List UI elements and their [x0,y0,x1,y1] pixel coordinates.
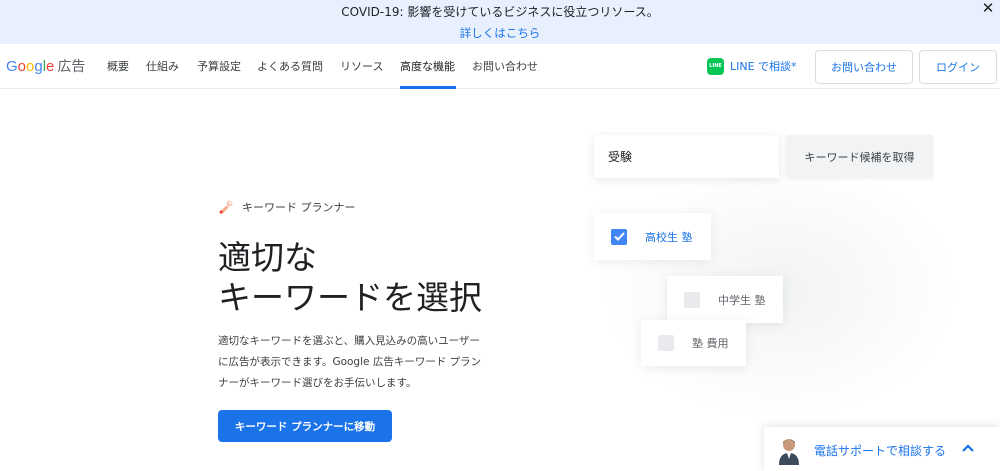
phone-support-label: 電話サポートで相談する [814,444,947,458]
logo-letter: G [6,58,18,75]
covid-banner: COVID-19: 影響を受けているビジネスに役立つリソース。 詳しくはこちら … [0,0,1000,44]
login-button[interactable]: ログイン [919,50,997,84]
hero-description: 適切なキーワードを選ぶと、購入見込みの高いユーザーに広告が表示できます。Goog… [218,335,482,389]
keyword-suggestion-label: 高校生 塾 [645,230,693,244]
chevron-up-icon[interactable] [961,441,975,455]
keyword-suggestion-chip[interactable]: 中学生 塾 [667,276,783,323]
phone-support-widget[interactable]: 電話サポートで相談する [764,427,1000,471]
line-icon: LINE [707,57,724,75]
nav-item-budget[interactable]: 予算設定 [197,58,241,74]
get-keyword-ideas-button[interactable]: キーワード候補を取得 [786,135,933,178]
support-agent-avatar [779,439,799,465]
line-consult-label: LINE で相談* [730,60,797,73]
keyword-planner-label: キーワード プランナー [242,201,356,214]
logo-letter: o [17,58,27,75]
nav-item-overview[interactable]: 概要 [107,58,129,74]
checkbox-unchecked-icon[interactable] [658,335,674,351]
nav-item-contact[interactable]: お問い合わせ [472,58,538,74]
nav-item-resources[interactable]: リソース [340,58,383,74]
keyword-planner-badge: キーワード プランナー [218,198,356,216]
keyword-suggestion-label: 中学生 塾 [718,293,766,307]
checkbox-checked-icon[interactable] [611,228,627,245]
banner-text: COVID-19: 影響を受けているビジネスに役立つリソース。 [341,5,659,19]
logo-product: 広告 [57,59,86,75]
active-tab-indicator [400,86,456,89]
keyword-suggestion-chip[interactable]: 塾 費用 [641,320,746,366]
nav-item-how-it-works[interactable]: 仕組み [146,58,179,74]
nav-item-faq[interactable]: よくある質問 [257,58,323,74]
keyword-input[interactable]: 受験 [594,135,779,178]
nav-item-advanced[interactable]: 高度な機能 [400,58,455,74]
title-line-2: キーワードを選択 [218,278,482,317]
go-to-keyword-planner-button[interactable]: キーワード プランナーに移動 [218,410,392,442]
top-nav: Google 広告 概要 仕組み 予算設定 よくある質問 リソース 高度な機能 お… [0,44,1000,89]
checkbox-unchecked-icon[interactable] [684,291,700,308]
logo-letter: e [46,58,55,75]
wrench-icon [219,200,233,214]
close-icon[interactable]: ✕ [980,0,996,16]
keyword-suggestion-label: 塾 費用 [692,337,729,350]
line-consult-link[interactable]: LINE LINE で相談* [707,57,797,75]
contact-button[interactable]: お問い合わせ [815,50,913,84]
logo-letter: g [34,58,43,75]
banner-learn-more-link[interactable]: 詳しくはこちら [0,25,1000,41]
page-title: 適切な キーワードを選択 [218,238,482,318]
title-line-1: 適切な [218,238,317,277]
keyword-suggestion-chip[interactable]: 高校生 塾 [594,213,711,260]
google-ads-logo[interactable]: Google 広告 [6,56,85,76]
